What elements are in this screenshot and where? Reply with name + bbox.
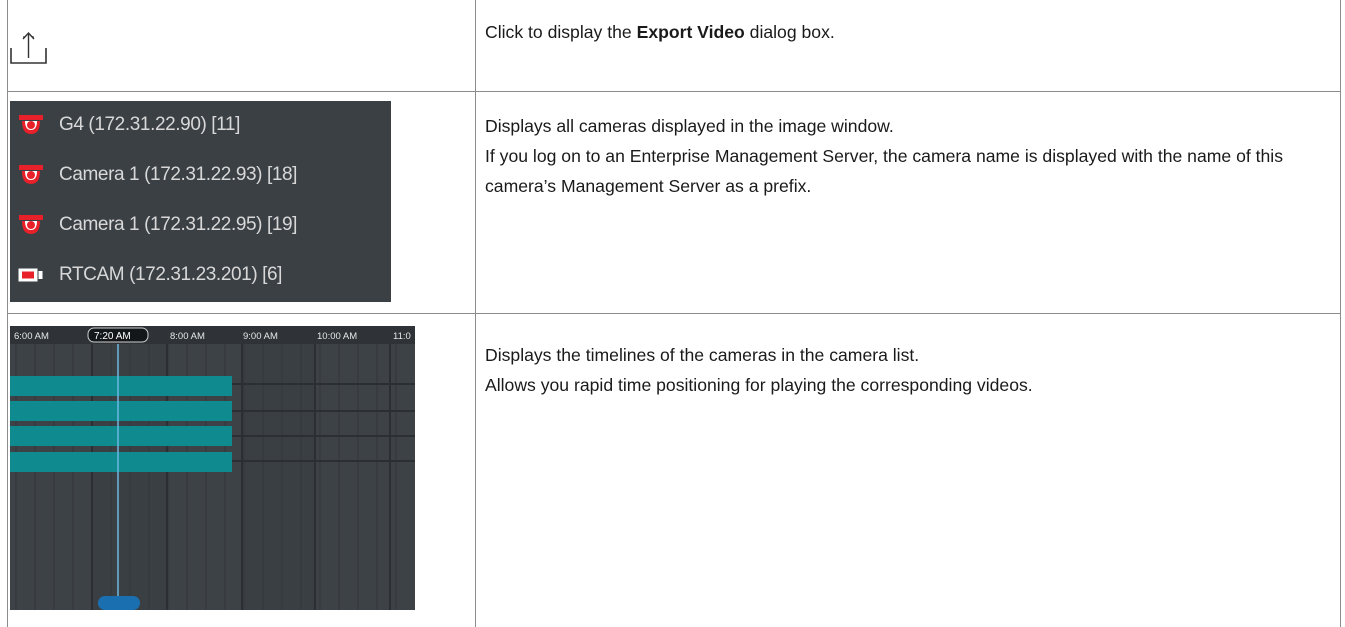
tick-label: 9:00 AM xyxy=(243,331,278,342)
export-video-term: Export Video xyxy=(636,22,745,42)
camera-list: G4 (172.31.22.90) [11] Camera 1 (172.31.… xyxy=(10,101,391,302)
camera-list-description-line-2: If you log on to an Enterprise Managemen… xyxy=(485,146,1284,196)
camera-timeline[interactable]: 6:00 AM 7:20 AM 8:00 AM 9:00 AM 10:00 AM… xyxy=(10,326,415,610)
camera-name: Camera 1 (172.31.22.95) [19] xyxy=(59,214,298,235)
description-cell: Click to display the Export Video dialog… xyxy=(475,0,1341,92)
scrub-handle xyxy=(98,596,140,610)
timeline-description-line-1: Displays the timelines of the cameras in… xyxy=(485,345,920,365)
box-camera-icon xyxy=(18,263,44,287)
dome-camera-icon xyxy=(18,213,44,237)
recording-track xyxy=(10,452,232,472)
export-icon[interactable] xyxy=(9,30,49,66)
camera-name: G4 (172.31.22.90) [11] xyxy=(59,114,240,135)
camera-list-item[interactable]: Camera 1 (172.31.22.93) [18] xyxy=(10,160,391,190)
tick-label: 8:00 AM xyxy=(170,331,205,342)
camera-list-item[interactable]: Camera 1 (172.31.22.95) [19] xyxy=(10,210,391,240)
recording-track xyxy=(10,376,232,396)
timeline-description-line-2: Allows you rapid time positioning for pl… xyxy=(485,375,1033,395)
tick-label: 10:00 AM xyxy=(317,331,357,342)
icon-cell xyxy=(7,0,476,92)
export-description: Click to display the Export Video dialog… xyxy=(485,22,835,42)
tick-label: 11:0 xyxy=(393,331,411,342)
description-cell: Displays the timelines of the cameras in… xyxy=(475,313,1341,627)
dome-camera-icon xyxy=(18,163,44,187)
camera-name: Camera 1 (172.31.22.93) [18] xyxy=(59,164,298,185)
camera-list-item[interactable]: RTCAM (172.31.23.201) [6] xyxy=(10,260,391,290)
current-time-label: 7:20 AM xyxy=(94,331,131,342)
camera-list-item[interactable]: G4 (172.31.22.90) [11] xyxy=(10,110,391,140)
tick-label: 6:00 AM xyxy=(14,331,49,342)
recording-track xyxy=(10,401,232,421)
description-cell: Displays all cameras displayed in the im… xyxy=(475,91,1341,314)
dome-camera-icon xyxy=(18,113,44,137)
camera-name: RTCAM (172.31.23.201) [6] xyxy=(59,264,283,285)
recording-track xyxy=(10,426,232,446)
camera-list-description-line-1: Displays all cameras displayed in the im… xyxy=(485,116,894,136)
